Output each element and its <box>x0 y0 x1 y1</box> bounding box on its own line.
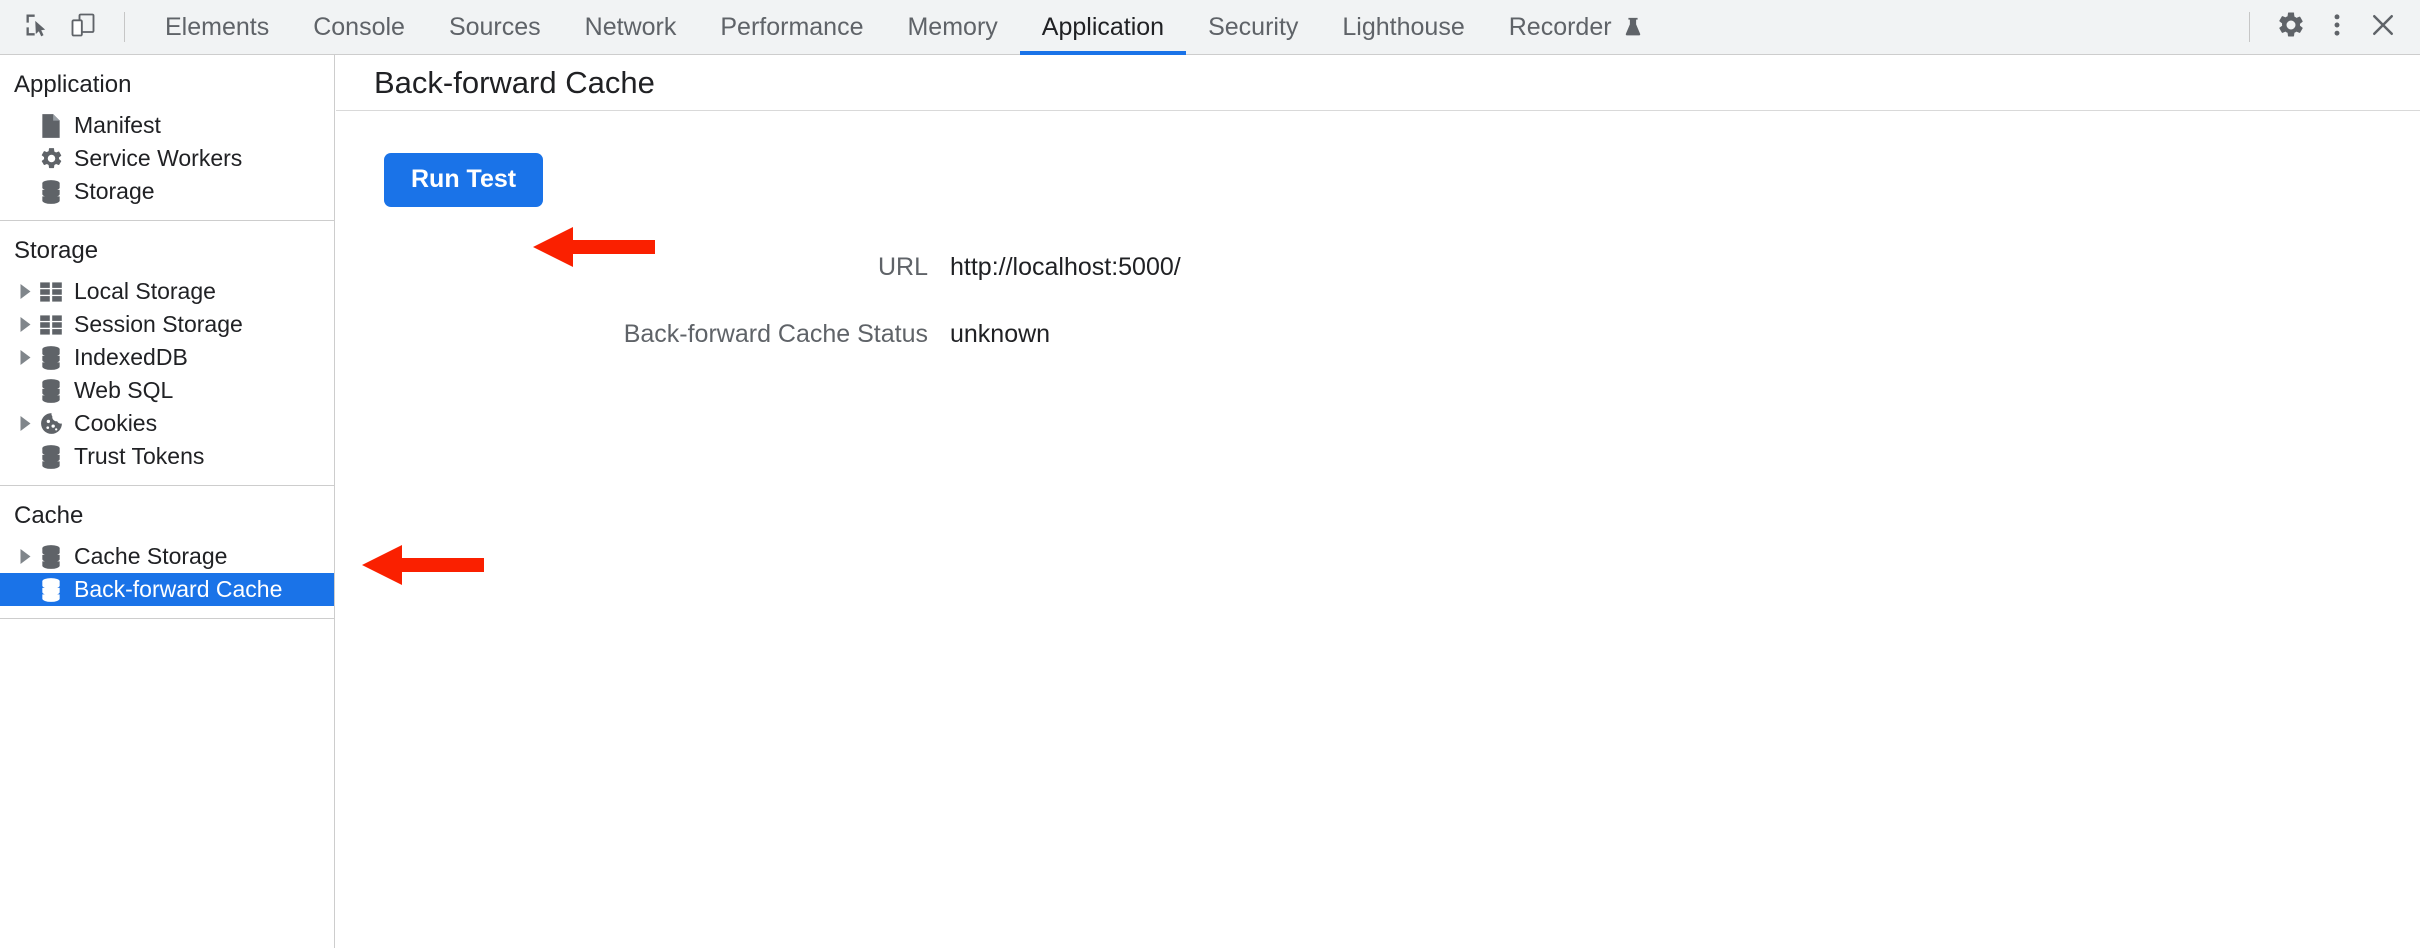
database-icon <box>36 544 66 570</box>
url-label: URL <box>336 243 950 292</box>
sidebar-item-label: Cache Storage <box>74 545 227 568</box>
sidebar-item-label: Web SQL <box>74 379 173 402</box>
tab-label: Application <box>1042 13 1164 42</box>
sidebar-item-cookies[interactable]: Cookies <box>0 407 334 440</box>
gear-icon <box>2276 10 2306 45</box>
devtools-toolbar: Elements Console Sources Network Perform… <box>0 0 2420 55</box>
sidebar-item-local-storage[interactable]: Local Storage <box>0 275 334 308</box>
tab-label: Security <box>1208 13 1298 42</box>
run-test-row: Run Test <box>336 153 2420 207</box>
close-devtools-button[interactable] <box>2360 4 2406 50</box>
sidebar-item-label: Session Storage <box>74 313 243 336</box>
sidebar-group-title: Storage <box>0 231 334 275</box>
sidebar-item-label: Local Storage <box>74 280 216 303</box>
toolbar-divider-left <box>124 12 125 42</box>
panel-body: Run Test URL http://localhost:5000/ Back… <box>336 111 2420 359</box>
tab-application[interactable]: Application <box>1020 0 1186 55</box>
tab-console[interactable]: Console <box>291 0 427 55</box>
bfcache-status-value: unknown <box>950 292 1181 359</box>
panel-header: Back-forward Cache <box>336 55 2420 111</box>
tab-lighthouse[interactable]: Lighthouse <box>1320 0 1486 55</box>
url-value: http://localhost:5000/ <box>950 243 1181 292</box>
toolbar-divider-right <box>2249 12 2250 42</box>
database-icon <box>36 378 66 404</box>
database-icon <box>36 345 66 371</box>
tab-label: Sources <box>449 13 541 42</box>
table-row: URL http://localhost:5000/ <box>336 243 1181 292</box>
tab-recorder[interactable]: Recorder <box>1487 0 1666 55</box>
sidebar-group-title: Application <box>0 65 334 109</box>
expand-triangle-icon[interactable] <box>14 350 36 365</box>
device-toolbar-icon <box>69 11 97 44</box>
sidebar-item-storage[interactable]: Storage <box>0 175 334 208</box>
sidebar-group-cache: Cache Cache Storage <box>0 486 334 619</box>
table-icon <box>36 281 66 303</box>
database-icon <box>36 179 66 205</box>
cookie-icon <box>36 411 66 436</box>
toolbar-right-actions <box>2231 4 2420 50</box>
inspect-cursor-icon <box>23 11 51 44</box>
tab-security[interactable]: Security <box>1186 0 1320 55</box>
sidebar-item-trust-tokens[interactable]: Trust Tokens <box>0 440 334 473</box>
tab-elements[interactable]: Elements <box>143 0 291 55</box>
tab-network[interactable]: Network <box>563 0 699 55</box>
sidebar-item-label: Back-forward Cache <box>74 578 282 601</box>
sidebar-item-label: Storage <box>74 180 155 203</box>
expand-triangle-icon[interactable] <box>14 317 36 332</box>
expand-triangle-icon[interactable] <box>14 284 36 299</box>
sidebar-group-storage: Storage Local Storage <box>0 221 334 486</box>
table-row: Back-forward Cache Status unknown <box>336 292 1181 359</box>
run-test-button[interactable]: Run Test <box>384 153 543 207</box>
table-icon <box>36 314 66 336</box>
flask-icon <box>1622 15 1644 39</box>
sidebar-item-manifest[interactable]: Manifest <box>0 109 334 142</box>
tab-memory[interactable]: Memory <box>885 0 1019 55</box>
tab-label: Memory <box>907 13 997 42</box>
tab-performance[interactable]: Performance <box>698 0 885 55</box>
page-title: Back-forward Cache <box>374 65 655 101</box>
close-icon <box>2368 10 2398 45</box>
sidebar-item-indexeddb[interactable]: IndexedDB <box>0 341 334 374</box>
sidebar-item-label: IndexedDB <box>74 346 188 369</box>
sidebar-item-web-sql[interactable]: Web SQL <box>0 374 334 407</box>
sidebar-item-service-workers[interactable]: Service Workers <box>0 142 334 175</box>
more-options-button[interactable] <box>2314 4 2360 50</box>
sidebar-item-label: Cookies <box>74 412 157 435</box>
sidebar-item-back-forward-cache[interactable]: Back-forward Cache <box>0 573 334 606</box>
tab-label: Lighthouse <box>1342 13 1464 42</box>
database-icon <box>36 577 66 603</box>
expand-triangle-icon[interactable] <box>14 416 36 431</box>
gear-icon <box>36 146 66 171</box>
back-forward-cache-panel: Back-forward Cache Run Test URL http://l… <box>336 55 2420 948</box>
application-sidebar: Application Manifest Service Workers <box>0 55 335 948</box>
tab-sources[interactable]: Sources <box>427 0 563 55</box>
sidebar-item-session-storage[interactable]: Session Storage <box>0 308 334 341</box>
tab-label: Recorder <box>1509 13 1612 42</box>
toggle-device-toolbar-button[interactable] <box>60 4 106 50</box>
sidebar-item-label: Manifest <box>74 114 161 137</box>
sidebar-item-cache-storage[interactable]: Cache Storage <box>0 540 334 573</box>
document-icon <box>36 113 66 139</box>
tab-label: Elements <box>165 13 269 42</box>
inspect-element-button[interactable] <box>14 4 60 50</box>
database-icon <box>36 444 66 470</box>
bfcache-report-table: URL http://localhost:5000/ Back-forward … <box>336 243 1181 359</box>
sidebar-group-title: Cache <box>0 496 334 540</box>
sidebar-item-label: Trust Tokens <box>74 445 204 468</box>
sidebar-item-label: Service Workers <box>74 147 242 170</box>
settings-button[interactable] <box>2268 4 2314 50</box>
tab-label: Network <box>585 13 677 42</box>
sidebar-group-application: Application Manifest Service Workers <box>0 55 334 221</box>
bfcache-status-label: Back-forward Cache Status <box>336 292 950 359</box>
tab-label: Console <box>313 13 405 42</box>
more-vertical-icon <box>2323 11 2351 44</box>
expand-triangle-icon[interactable] <box>14 549 36 564</box>
tab-label: Performance <box>720 13 863 42</box>
